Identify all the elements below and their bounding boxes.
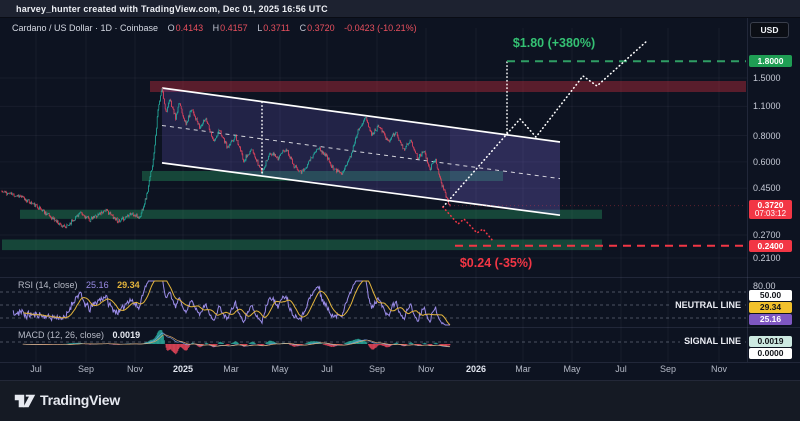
- footer-bar: TradingView: [0, 380, 800, 421]
- pane-separator-main-rsi[interactable]: [0, 277, 800, 278]
- low-value: 0.3711: [263, 23, 290, 33]
- change-value: -0.0423 (-10.21%): [344, 23, 417, 33]
- rsi-neutral-line-label: NEUTRAL LINE: [671, 300, 745, 310]
- open-label: O: [168, 23, 175, 33]
- macd-signal-line-label: SIGNAL LINE: [680, 336, 745, 346]
- support-zone-broken: [20, 210, 602, 219]
- time-axis-separator: [0, 362, 800, 363]
- rsi-ma-value: 29.34: [117, 280, 140, 290]
- pane-separator-rsi-macd[interactable]: [0, 327, 800, 328]
- rsi-indicator-legend[interactable]: RSI (14, close) 25.16 29.34: [18, 280, 140, 291]
- bearish-target-annotation: $0.24 (-35%): [446, 256, 546, 270]
- open-value: 0.4143: [176, 23, 204, 33]
- tradingview-logo-icon[interactable]: [14, 392, 36, 410]
- macd-value: 0.0019: [113, 330, 141, 340]
- symbol-info-bar[interactable]: Cardano / US Dollar · 1D · Coinbase O0.4…: [12, 22, 417, 34]
- tradingview-chart-window: harvey_hunter created with TradingView.c…: [0, 0, 800, 421]
- macd-title-text: MACD (12, 26, close): [18, 330, 104, 340]
- bullish-target-annotation: $1.80 (+380%): [498, 36, 610, 50]
- price-axis[interactable]: [747, 18, 800, 362]
- time-axis[interactable]: [0, 362, 800, 380]
- close-label: C: [300, 23, 307, 33]
- currency-toggle-button[interactable]: USD: [750, 22, 789, 38]
- rsi-title-text: RSI (14, close): [18, 280, 78, 290]
- high-value: 0.4157: [220, 23, 248, 33]
- tradingview-brand-text[interactable]: TradingView: [40, 392, 120, 408]
- close-value: 0.3720: [307, 23, 335, 33]
- macd-indicator-legend[interactable]: MACD (12, 26, close) 0.0019: [18, 330, 140, 341]
- price-chart-canvas[interactable]: [0, 0, 800, 421]
- macd-histogram-negative: [23, 344, 450, 354]
- high-label: H: [213, 23, 220, 33]
- price-scale-separator: [747, 18, 748, 362]
- symbol-title: Cardano / US Dollar · 1D · Coinbase: [12, 23, 158, 33]
- resistance-zone: [150, 81, 746, 92]
- low-label: L: [257, 23, 262, 33]
- rsi-value: 25.16: [86, 280, 109, 290]
